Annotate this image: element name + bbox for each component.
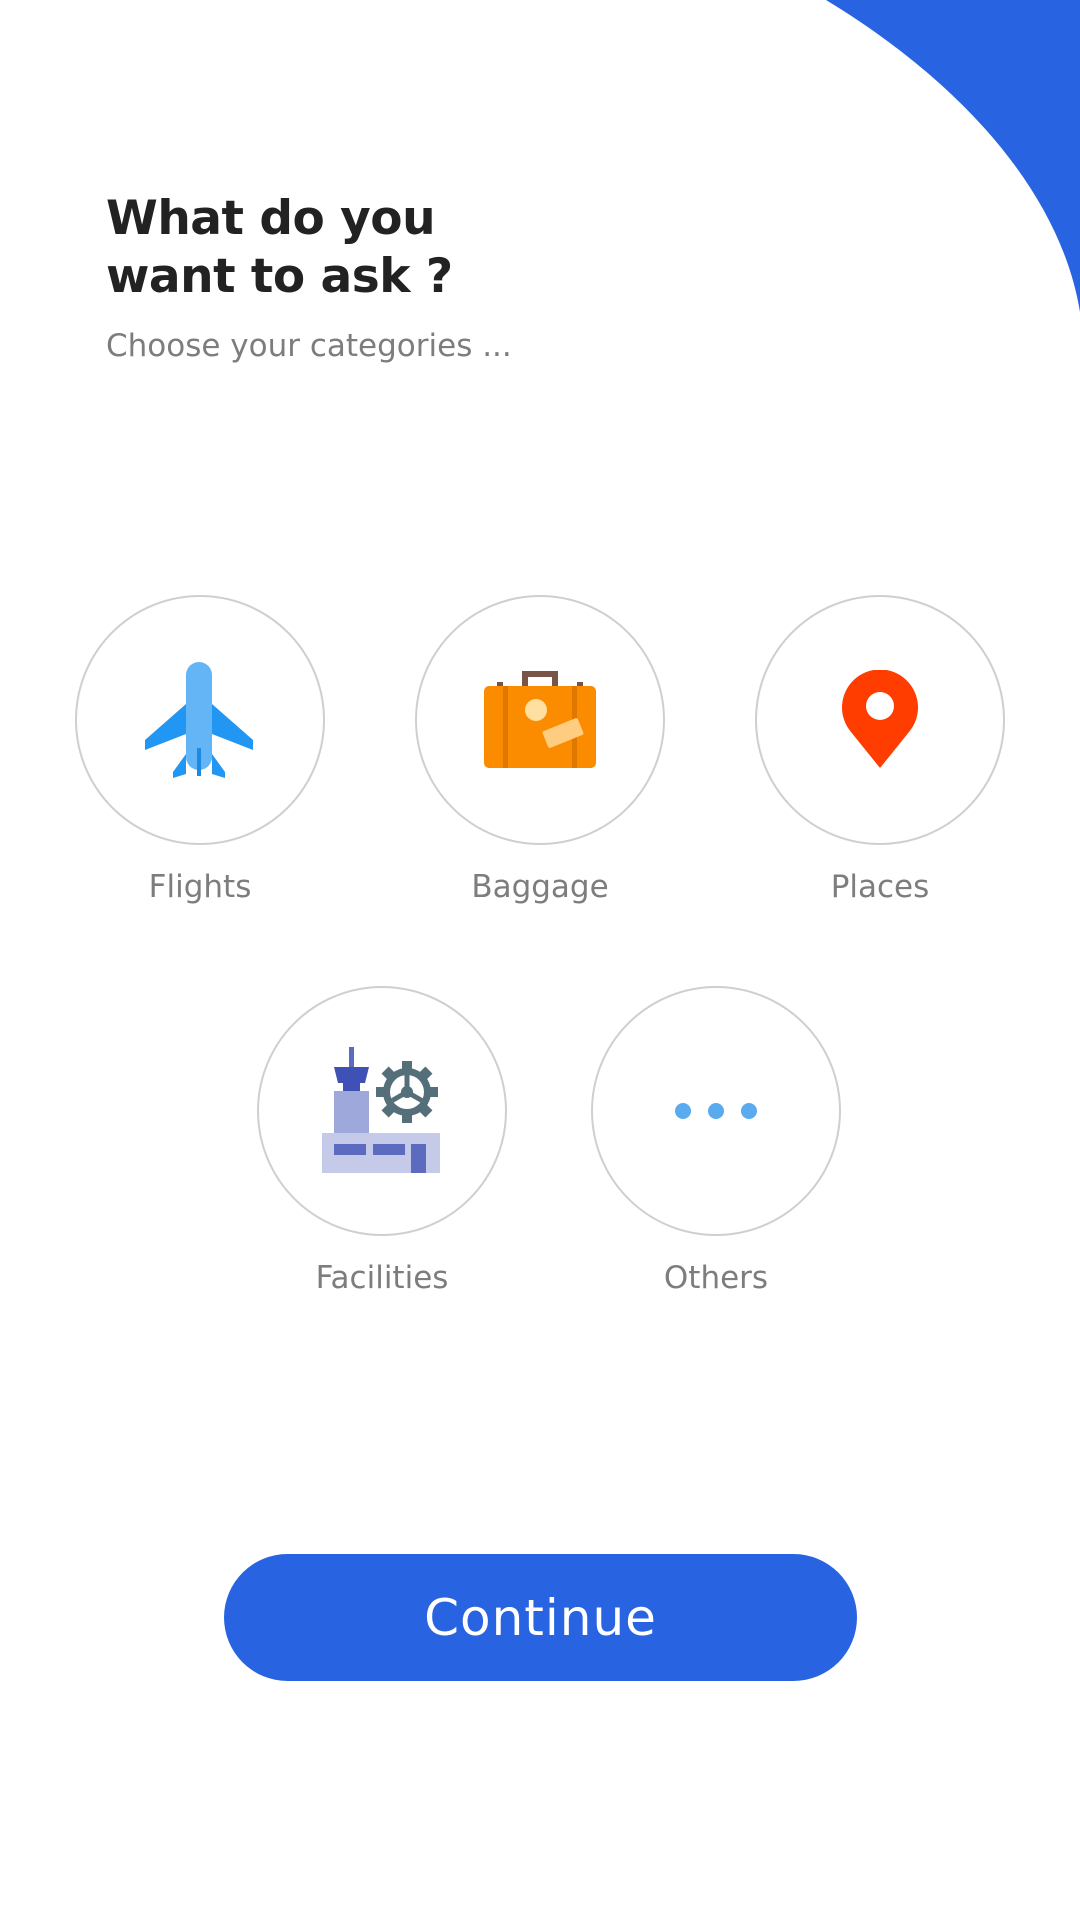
- title-line-1: What do you: [106, 191, 436, 246]
- category-others[interactable]: Others: [591, 986, 841, 1298]
- category-places[interactable]: Places: [755, 595, 1005, 907]
- category-others-label: Others: [663, 1260, 769, 1296]
- page-subtitle: Choose your categories ...: [106, 328, 512, 364]
- category-facilities-circle[interactable]: [257, 986, 507, 1236]
- airport-tower-icon: [322, 1047, 440, 1173]
- category-flights-circle[interactable]: [75, 595, 325, 845]
- category-others-circle[interactable]: [591, 986, 841, 1236]
- suitcase-icon: [484, 671, 596, 768]
- category-baggage-circle[interactable]: [415, 595, 665, 845]
- category-facilities[interactable]: Facilities: [257, 986, 507, 1298]
- category-baggage[interactable]: Baggage: [415, 595, 665, 907]
- category-screen: What do you want to ask ? Choose your ca…: [0, 0, 1080, 1920]
- category-baggage-label: Baggage: [471, 869, 609, 905]
- category-places-label: Places: [830, 869, 930, 905]
- page-title: What do you want to ask ?: [106, 190, 453, 306]
- continue-button[interactable]: Continue: [224, 1554, 857, 1681]
- airplane-icon: [145, 662, 253, 778]
- category-flights[interactable]: Flights: [75, 595, 325, 907]
- category-places-circle[interactable]: [755, 595, 1005, 845]
- map-pin-icon: [842, 670, 918, 768]
- more-dots-icon: [675, 1103, 757, 1119]
- title-line-2: want to ask ?: [106, 249, 453, 304]
- category-facilities-label: Facilities: [315, 1260, 449, 1296]
- corner-decoration: [826, 0, 1080, 312]
- category-flights-label: Flights: [148, 869, 252, 905]
